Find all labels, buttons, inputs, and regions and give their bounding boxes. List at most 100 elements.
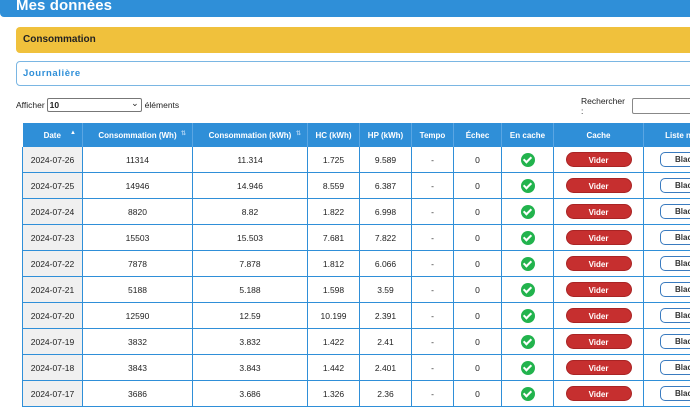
cell-hc: 7.681 (308, 225, 360, 251)
cell-date: 2024-07-18 (23, 355, 83, 381)
vider-button[interactable]: Vider (566, 256, 632, 271)
vider-button[interactable]: Vider (566, 360, 632, 375)
cell-hp: 3.59 (360, 277, 412, 303)
blacklist-button[interactable]: Black (660, 178, 690, 193)
cell-en-cache (502, 329, 554, 355)
cell-echec: 0 (454, 199, 502, 225)
vider-button[interactable]: Vider (566, 230, 632, 245)
cell-tempo: - (412, 355, 454, 381)
col-header-hp[interactable]: HP (kWh) (360, 123, 412, 147)
cell-en-cache (502, 355, 554, 381)
check-circle-icon (521, 257, 535, 271)
check-circle-icon (521, 335, 535, 349)
cell-hp: 6.066 (360, 251, 412, 277)
consumption-table: Date▲ Consommation (Wh)⇅ Consommation (k… (22, 123, 690, 407)
cell-en-cache (502, 147, 554, 173)
cell-hc: 1.442 (308, 355, 360, 381)
check-circle-icon (521, 153, 535, 167)
cell-hp: 2.36 (360, 381, 412, 407)
blacklist-button[interactable]: Black (660, 386, 690, 401)
cell-liste: Black (644, 277, 690, 303)
cell-tempo: - (412, 225, 454, 251)
blacklist-button[interactable]: Black (660, 152, 690, 167)
vider-button[interactable]: Vider (566, 178, 632, 193)
blacklist-button[interactable]: Black (660, 360, 690, 375)
table-row: 2024-07-21 5188 5.188 1.598 3.59 - 0 Vid… (23, 277, 690, 303)
cell-en-cache (502, 251, 554, 277)
check-circle-icon (521, 205, 535, 219)
cell-liste: Black (644, 173, 690, 199)
cell-date: 2024-07-24 (23, 199, 83, 225)
check-circle-icon (521, 231, 535, 245)
table-row: 2024-07-23 15503 15.503 7.681 7.822 - 0 … (23, 225, 690, 251)
cell-wh: 3832 (83, 329, 193, 355)
vider-button[interactable]: Vider (566, 282, 632, 297)
check-circle-icon (521, 309, 535, 323)
page-size-select[interactable]: 10 ⌄ (47, 98, 142, 112)
blacklist-button[interactable]: Black (660, 308, 690, 323)
cell-wh: 14946 (83, 173, 193, 199)
col-header-consommation-wh[interactable]: Consommation (Wh)⇅ (83, 123, 193, 147)
cell-date: 2024-07-19 (23, 329, 83, 355)
search-input[interactable] (632, 98, 690, 114)
cell-hc: 10.199 (308, 303, 360, 329)
cell-date: 2024-07-20 (23, 303, 83, 329)
blacklist-button[interactable]: Black (660, 282, 690, 297)
col-header-cache[interactable]: Cache (554, 123, 644, 147)
cell-cache: Vider (554, 329, 644, 355)
vider-button[interactable]: Vider (566, 386, 632, 401)
search-label: Rechercher : (581, 96, 628, 116)
blacklist-button[interactable]: Black (660, 204, 690, 219)
cell-liste: Black (644, 381, 690, 407)
blacklist-button[interactable]: Black (660, 256, 690, 271)
cell-en-cache (502, 381, 554, 407)
col-header-hc[interactable]: HC (kWh) (308, 123, 360, 147)
cell-kwh: 3.686 (193, 381, 308, 407)
col-header-en-cache[interactable]: En cache (502, 123, 554, 147)
cell-wh: 12590 (83, 303, 193, 329)
cell-wh: 5188 (83, 277, 193, 303)
cell-cache: Vider (554, 173, 644, 199)
cell-kwh: 15.503 (193, 225, 308, 251)
col-header-date[interactable]: Date▲ (23, 123, 83, 147)
table-row: 2024-07-24 8820 8.82 1.822 6.998 - 0 Vid… (23, 199, 690, 225)
table-row: 2024-07-22 7878 7.878 1.812 6.066 - 0 Vi… (23, 251, 690, 277)
vider-button[interactable]: Vider (566, 334, 632, 349)
col-header-tempo[interactable]: Tempo (412, 123, 454, 147)
blacklist-button[interactable]: Black (660, 230, 690, 245)
col-header-liste[interactable]: Liste n (644, 123, 690, 147)
cell-kwh: 11.314 (193, 147, 308, 173)
chevron-down-icon: ⌄ (131, 98, 139, 109)
table-row: 2024-07-19 3832 3.832 1.422 2.41 - 0 Vid… (23, 329, 690, 355)
cell-date: 2024-07-17 (23, 381, 83, 407)
cell-en-cache (502, 225, 554, 251)
cell-echec: 0 (454, 251, 502, 277)
cell-kwh: 5.188 (193, 277, 308, 303)
sort-arrows-icon: ⇅ (181, 130, 186, 137)
page-length-control: Afficher 10 ⌄ éléments (16, 98, 179, 112)
col-header-consommation-kwh[interactable]: Consommation (kWh)⇅ (193, 123, 308, 147)
cell-cache: Vider (554, 355, 644, 381)
section-header-consommation[interactable]: Consommation (16, 27, 690, 53)
blacklist-button[interactable]: Black (660, 334, 690, 349)
check-circle-icon (521, 361, 535, 375)
table-row: 2024-07-25 14946 14.946 8.559 6.387 - 0 … (23, 173, 690, 199)
cell-hc: 1.422 (308, 329, 360, 355)
cell-cache: Vider (554, 251, 644, 277)
page-header: Mes données (0, 0, 690, 17)
table-row: 2024-07-26 11314 11.314 1.725 9.589 - 0 … (23, 147, 690, 173)
cell-hc: 8.559 (308, 173, 360, 199)
vider-button[interactable]: Vider (566, 308, 632, 323)
vider-button[interactable]: Vider (566, 204, 632, 219)
cell-date: 2024-07-25 (23, 173, 83, 199)
tab-journaliere[interactable]: Journalière (16, 61, 690, 86)
cell-echec: 0 (454, 329, 502, 355)
check-circle-icon (521, 179, 535, 193)
show-label: Afficher (16, 100, 45, 110)
cell-liste: Black (644, 225, 690, 251)
cell-echec: 0 (454, 277, 502, 303)
cell-liste: Black (644, 199, 690, 225)
vider-button[interactable]: Vider (566, 152, 632, 167)
cell-kwh: 8.82 (193, 199, 308, 225)
col-header-echec[interactable]: Échec (454, 123, 502, 147)
